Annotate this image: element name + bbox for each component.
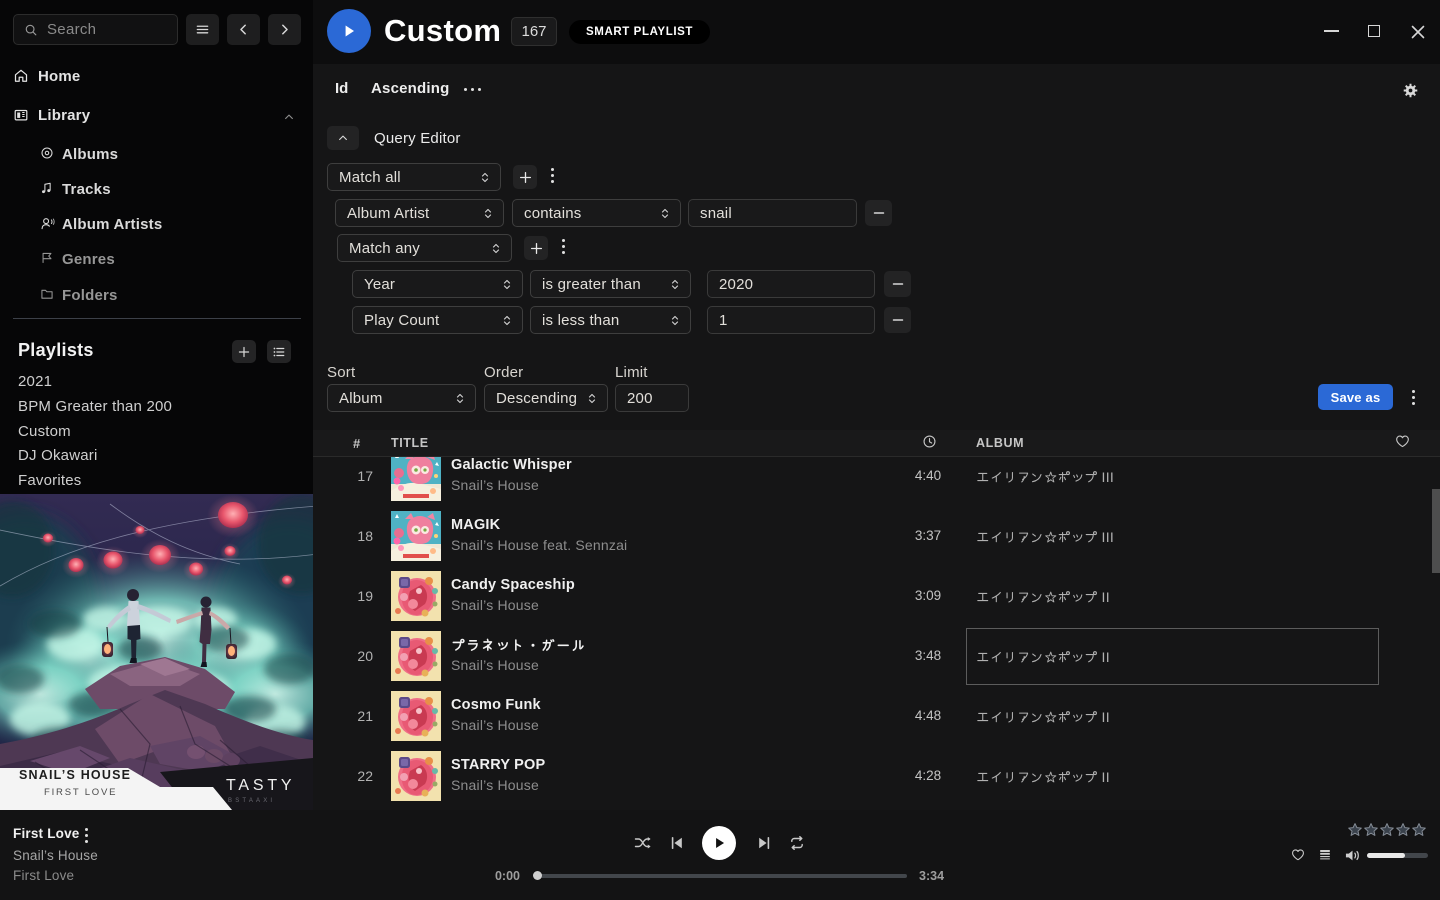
svg-text:TASTY: TASTY: [226, 777, 295, 794]
svg-text:BSTAAXI: BSTAAXI: [228, 798, 275, 804]
svg-text:FIRST LOVE: FIRST LOVE: [44, 787, 117, 798]
svg-text:SNAIL’S HOUSE: SNAIL’S HOUSE: [19, 768, 131, 782]
